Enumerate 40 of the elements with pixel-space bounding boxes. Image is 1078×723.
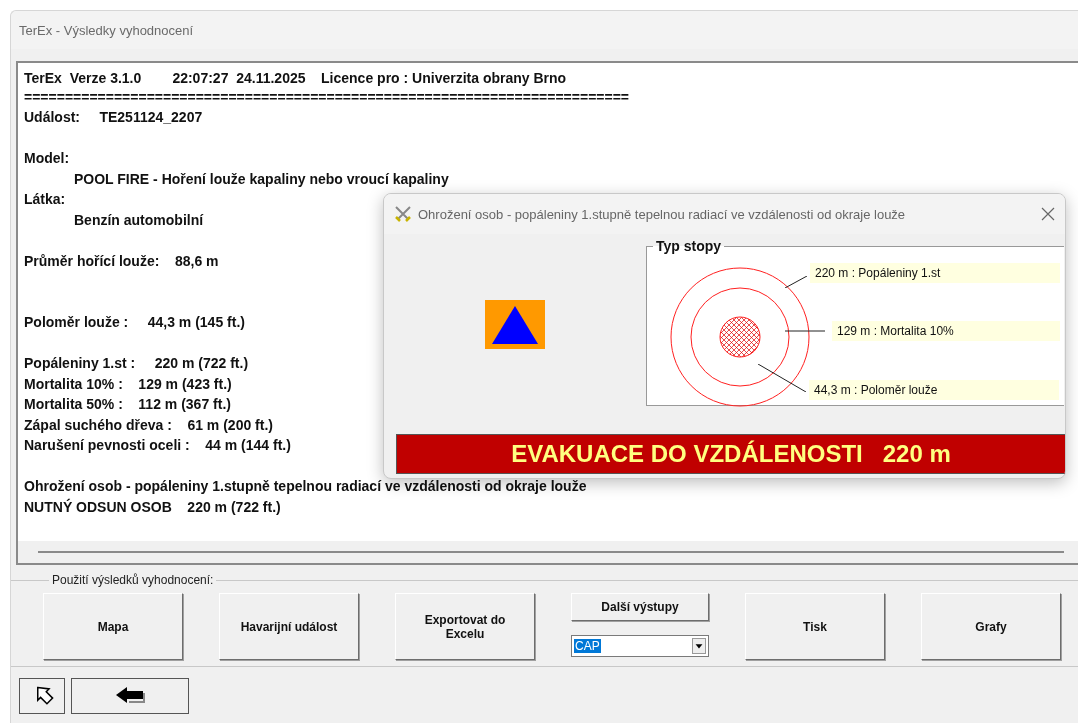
leader-line — [785, 330, 825, 332]
evacuation-banner: EVAKUACE DO VZDÁLENOSTI 220 m — [396, 434, 1065, 474]
action-button[interactable]: Havarijní událost — [219, 593, 359, 660]
action-button[interactable]: Exportovat do Excelu — [395, 593, 535, 660]
output-select[interactable]: CAP — [571, 635, 709, 657]
crossed-swords-icon — [394, 205, 412, 223]
action-button[interactable]: Tisk — [745, 593, 885, 660]
report-line: Zápal suchého dřeva : 61 m (200 ft.) — [24, 415, 273, 435]
close-icon[interactable] — [1041, 207, 1055, 221]
action-button[interactable]: Grafy — [921, 593, 1061, 660]
report-line: Narušení pevnosti oceli : 44 m (144 ft.) — [24, 436, 291, 455]
back-button[interactable] — [71, 678, 189, 714]
diagram-title: Typ stopy — [655, 238, 723, 254]
report-line: Benzín automobilní — [73, 210, 204, 230]
report-line: Průměr hořící louže: 88,6 m — [24, 251, 219, 271]
more-outputs-button[interactable]: Další výstupy — [571, 593, 709, 621]
report-line: Látka: — [24, 190, 66, 209]
separator-line: ========================================================================== — [24, 88, 629, 107]
leader-line — [758, 364, 806, 392]
report-line: Popáleniny 1.st : 220 m (722 ft.) — [24, 354, 249, 373]
leader-line — [785, 276, 807, 288]
report-header: TerEx Verze 3.1.0 22:07:27 24.11.2025 Licence pro : Univerzita obrany Brno — [24, 69, 567, 88]
zone-label: 44,3 m : Poloměr louže — [809, 380, 1059, 400]
report-line: Mortalita 10% : 129 m (423 ft.) — [24, 374, 232, 394]
civil-protection-icon — [485, 299, 545, 349]
zone-label: 220 m : Popáleniny 1.st — [810, 263, 1060, 283]
report-line: Ohrožení osob - popáleniny 1.stupně tepelnou radiací ve vzdálenosti od okraje louže — [24, 477, 587, 496]
report-line: Model: — [24, 149, 70, 168]
action-button[interactable]: Mapa — [43, 593, 183, 660]
report-line: POOL FIRE - Hoření louže kapaliny nebo vroucí kapaliny — [73, 169, 449, 189]
dialog-title: Ohrožení osob - popáleniny 1.stupně tepelnou radiací ve vzdálenosti od okraje louže — [418, 206, 907, 222]
report-line: NUTNÝ ODSUN OSOB 220 m (722 ft.) — [24, 497, 281, 517]
arrow-button[interactable] — [19, 678, 65, 714]
group-label: Použití výsledků vyhodnocení: — [51, 573, 215, 587]
caret-icon — [692, 638, 706, 654]
report-line: Událost: TE251124_2207 — [24, 108, 203, 127]
report-line: Mortalita 50% : 112 m (367 ft.) — [24, 395, 231, 414]
zone-label: 129 m : Mortalita 10% — [832, 321, 1060, 341]
report-line: Poloměr louže : 44,3 m (145 ft.) — [24, 313, 245, 332]
horizontal-scrollbar[interactable] — [18, 541, 1078, 563]
